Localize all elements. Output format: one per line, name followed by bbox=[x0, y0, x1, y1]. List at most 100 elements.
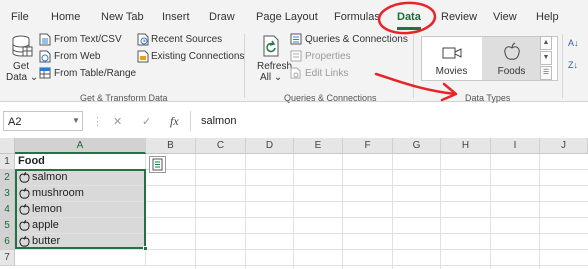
column-header-g[interactable]: G bbox=[393, 138, 441, 154]
from-table-range-label: From Table/Range bbox=[54, 68, 137, 79]
column-header-f[interactable]: F bbox=[343, 138, 393, 154]
movies-data-type-button[interactable]: Movies bbox=[422, 37, 481, 80]
cell-a7[interactable] bbox=[15, 250, 146, 266]
name-box[interactable]: A2 ▼ bbox=[3, 111, 83, 131]
group-separator bbox=[413, 34, 414, 98]
food-name: salmon bbox=[32, 171, 68, 183]
queries-connections-label: Queries & Connections bbox=[305, 34, 408, 45]
food-name: lemon bbox=[32, 203, 62, 215]
group-separator bbox=[562, 34, 563, 98]
edit-links-label: Edit Links bbox=[305, 68, 349, 79]
row-header-6[interactable]: 6 bbox=[0, 234, 15, 250]
data-types-gallery: Movies Foods bbox=[421, 36, 558, 81]
gallery-scroll-down[interactable]: ▼ bbox=[540, 51, 552, 65]
column-header-j[interactable]: J bbox=[540, 138, 588, 154]
row-header-3[interactable]: 3 bbox=[0, 186, 15, 202]
food-data-type-icon[interactable] bbox=[19, 172, 30, 183]
tab-data[interactable]: Data bbox=[397, 11, 421, 23]
tab-insert[interactable]: Insert bbox=[162, 11, 190, 23]
food-data-type-icon[interactable] bbox=[19, 204, 30, 215]
from-text-csv-label: From Text/CSV bbox=[54, 34, 122, 45]
properties-icon bbox=[290, 50, 302, 62]
tab-review[interactable]: Review bbox=[441, 11, 477, 23]
fill-handle[interactable] bbox=[143, 246, 148, 251]
cancel-entry-icon[interactable]: ✕ bbox=[113, 115, 122, 128]
table-icon bbox=[39, 67, 51, 79]
row-header-4[interactable]: 4 bbox=[0, 202, 15, 218]
tab-help[interactable]: Help bbox=[536, 11, 559, 23]
existing-connections-label: Existing Connections bbox=[151, 51, 245, 62]
tab-home[interactable]: Home bbox=[51, 11, 80, 23]
database-icon bbox=[12, 35, 33, 57]
data-types-group-label: Data Types bbox=[465, 93, 511, 103]
food-cell[interactable]: lemon bbox=[15, 202, 146, 218]
group-separator bbox=[244, 34, 245, 98]
food-name: mushroom bbox=[32, 187, 84, 199]
tab-new-tab[interactable]: New Tab bbox=[101, 11, 144, 23]
food-cell[interactable]: salmon bbox=[15, 170, 146, 186]
get-data-label-line1: Get bbox=[13, 61, 30, 72]
worksheet-grid: A B C D E F G H I J 1 2 3 4 5 6 7 Food s… bbox=[0, 138, 588, 269]
gallery-expand[interactable]: ☰ bbox=[540, 66, 552, 80]
food-name: apple bbox=[32, 219, 59, 231]
movie-camera-icon bbox=[442, 47, 462, 59]
insert-data-icon bbox=[152, 158, 163, 171]
existing-connections-icon bbox=[137, 50, 149, 63]
insert-data-button[interactable] bbox=[149, 156, 166, 173]
properties-label: Properties bbox=[305, 51, 351, 62]
foods-label: Foods bbox=[497, 66, 526, 77]
confirm-entry-icon[interactable]: ✓ bbox=[142, 115, 151, 128]
formula-bar: A2 ▼ ⋮ ✕ ✓ fx salmon bbox=[0, 111, 588, 133]
food-data-type-icon[interactable] bbox=[19, 236, 30, 247]
text-file-icon bbox=[39, 33, 51, 46]
name-box-value: A2 bbox=[8, 116, 22, 128]
row-header-7[interactable]: 7 bbox=[0, 250, 15, 266]
column-header-i[interactable]: I bbox=[491, 138, 540, 154]
recent-sources-icon bbox=[137, 33, 149, 46]
foods-data-type-button[interactable]: Foods bbox=[482, 37, 541, 80]
tab-page-layout[interactable]: Page Layout bbox=[256, 11, 318, 23]
empty-cell-gridlines bbox=[146, 154, 588, 269]
select-all-corner[interactable] bbox=[0, 138, 15, 154]
insert-function-icon[interactable]: fx bbox=[170, 114, 179, 129]
food-cell[interactable]: butter bbox=[15, 234, 146, 250]
get-data-label-line2: Data ⌄ bbox=[6, 72, 39, 83]
column-header-d[interactable]: D bbox=[246, 138, 294, 154]
refresh-icon bbox=[263, 35, 279, 57]
apple-icon bbox=[504, 42, 520, 60]
tab-view[interactable]: View bbox=[493, 11, 517, 23]
tab-formulas[interactable]: Formulas bbox=[334, 11, 380, 23]
food-data-type-icon[interactable] bbox=[19, 220, 30, 231]
web-page-icon bbox=[39, 50, 51, 63]
food-name: butter bbox=[32, 235, 61, 247]
refresh-label-line1: Refresh bbox=[257, 61, 293, 72]
column-header-e[interactable]: E bbox=[294, 138, 343, 154]
cell-a1[interactable]: Food bbox=[15, 154, 146, 170]
tab-draw[interactable]: Draw bbox=[209, 11, 235, 23]
column-header-h[interactable]: H bbox=[441, 138, 491, 154]
formula-content: salmon bbox=[201, 115, 237, 127]
get-transform-group-label: Get & Transform Data bbox=[80, 93, 168, 103]
row-header-2[interactable]: 2 bbox=[0, 170, 15, 186]
food-cell[interactable]: apple bbox=[15, 218, 146, 234]
more-options-icon: ⋮ bbox=[92, 116, 103, 128]
ribbon: Get Data ⌄ From Text/CSV From Web From T… bbox=[0, 30, 588, 103]
recent-sources-label: Recent Sources bbox=[151, 34, 223, 45]
gallery-scroll-up[interactable]: ▲ bbox=[540, 36, 552, 50]
from-web-label: From Web bbox=[54, 51, 101, 62]
sort-ascending-icon: A↓ bbox=[568, 38, 579, 48]
row-header-1[interactable]: 1 bbox=[0, 154, 15, 170]
formula-input[interactable]: salmon bbox=[190, 111, 588, 131]
movies-label: Movies bbox=[435, 66, 468, 77]
chevron-down-icon: ▼ bbox=[72, 116, 80, 125]
column-header-c[interactable]: C bbox=[196, 138, 246, 154]
column-header-b[interactable]: B bbox=[146, 138, 196, 154]
queries-connections-icon bbox=[290, 33, 302, 45]
tab-file[interactable]: File bbox=[11, 11, 29, 23]
food-cell[interactable]: mushroom bbox=[15, 186, 146, 202]
sort-descending-icon: Z↓ bbox=[568, 60, 578, 70]
row-header-5[interactable]: 5 bbox=[0, 218, 15, 234]
food-data-type-icon[interactable] bbox=[19, 188, 30, 199]
edit-links-icon bbox=[290, 67, 301, 79]
column-header-a[interactable]: A bbox=[15, 138, 146, 154]
